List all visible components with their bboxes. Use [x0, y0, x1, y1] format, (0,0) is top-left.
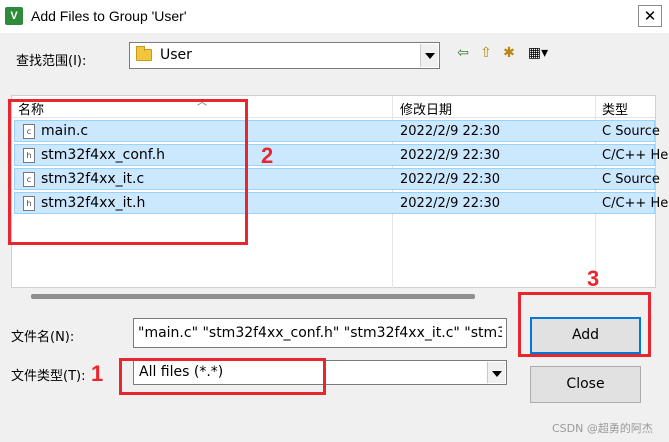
- file-name-label: 文件名(N):: [11, 330, 75, 345]
- file-type-cell: C/C++ Header: [602, 148, 669, 163]
- chevron-down-icon[interactable]: [487, 362, 505, 383]
- file-date-cell: 2022/2/9 22:30: [400, 124, 500, 139]
- close-window-button[interactable]: ✕: [638, 5, 662, 27]
- keil-app-icon: V: [5, 7, 23, 25]
- file-name-input[interactable]: [133, 318, 507, 348]
- annotation-box-2: [8, 99, 248, 245]
- file-type-cell: C Source: [602, 172, 660, 187]
- file-type-cell: C/C++ Header: [602, 196, 669, 211]
- look-in-label: 查找范围(I):: [16, 54, 87, 69]
- view-menu-icon[interactable]: ▦▾: [523, 44, 553, 62]
- back-arrow-icon[interactable]: ⇦: [455, 44, 471, 62]
- window-title: Add Files to Group 'User': [31, 8, 187, 24]
- annotation-box-3: [518, 292, 651, 357]
- horizontal-scrollbar[interactable]: [31, 294, 475, 299]
- column-date-header[interactable]: 修改日期: [400, 99, 452, 118]
- new-folder-icon[interactable]: ✱: [500, 44, 518, 62]
- title-bar: V Add Files to Group 'User' ✕: [0, 0, 669, 33]
- file-date-cell: 2022/2/9 22:30: [400, 172, 500, 187]
- annotation-box-1: [119, 358, 326, 395]
- close-button[interactable]: Close: [530, 366, 641, 403]
- file-date-cell: 2022/2/9 22:30: [400, 196, 500, 211]
- look-in-combo[interactable]: User: [129, 42, 440, 69]
- file-date-cell: 2022/2/9 22:30: [400, 148, 500, 163]
- folder-icon: [136, 46, 152, 61]
- chevron-down-icon[interactable]: [420, 44, 438, 67]
- file-type-label: 文件类型(T):: [11, 369, 86, 384]
- column-type-header[interactable]: 类型: [602, 99, 628, 118]
- annotation-number-3: 3: [587, 266, 600, 291]
- annotation-number-1: 1: [91, 361, 104, 386]
- look-in-value: User: [160, 47, 192, 63]
- up-folder-icon[interactable]: ⇧: [477, 44, 495, 62]
- watermark: CSDN @超勇的阿杰: [552, 422, 653, 435]
- annotation-number-2: 2: [261, 143, 274, 168]
- file-type-cell: C Source: [602, 124, 660, 139]
